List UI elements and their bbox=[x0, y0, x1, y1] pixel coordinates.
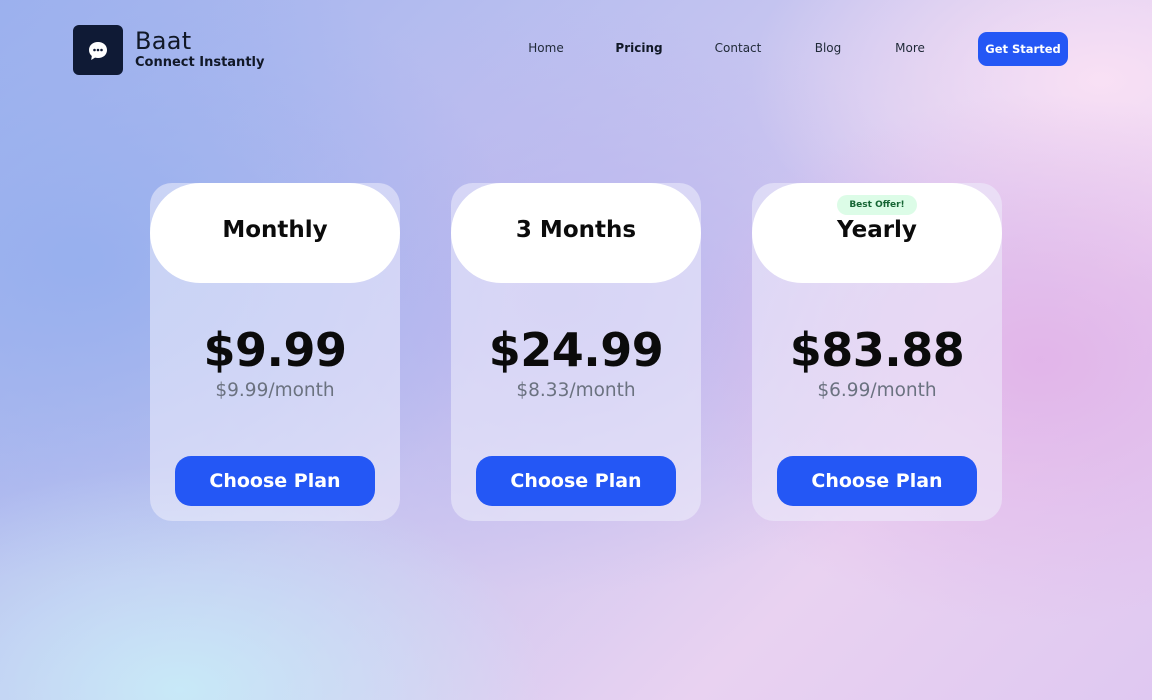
plan-name: 3 Months bbox=[515, 217, 637, 243]
nav-contact[interactable]: Contact bbox=[715, 41, 762, 59]
choose-plan-button[interactable]: Choose Plan bbox=[476, 456, 676, 506]
brand-tagline: Connect Instantly bbox=[135, 55, 265, 70]
chat-bubble-icon bbox=[89, 42, 107, 60]
plan-card-yearly: Best Offer! Yearly $83.88 $6.99/month Ch… bbox=[752, 183, 1002, 521]
plan-card-monthly: Monthly $9.99 $9.99/month Choose Plan bbox=[150, 183, 400, 521]
plan-per-month: $6.99/month bbox=[817, 380, 937, 401]
brand-name: Baat bbox=[135, 27, 192, 55]
plan-card-header: Monthly bbox=[150, 183, 400, 283]
plan-price: $24.99 bbox=[488, 323, 664, 377]
logo[interactable] bbox=[73, 25, 123, 75]
plan-name: Monthly bbox=[222, 217, 328, 243]
nav-home[interactable]: Home bbox=[528, 41, 563, 59]
choose-plan-button[interactable]: Choose Plan bbox=[777, 456, 977, 506]
choose-plan-button[interactable]: Choose Plan bbox=[175, 456, 375, 506]
plan-card-header: Best Offer! Yearly bbox=[752, 183, 1002, 283]
best-offer-badge: Best Offer! bbox=[837, 195, 917, 215]
plan-name: Yearly bbox=[837, 217, 917, 243]
nav-more[interactable]: More bbox=[895, 41, 925, 59]
plan-price: $9.99 bbox=[203, 323, 347, 377]
plan-price: $83.88 bbox=[789, 323, 965, 377]
plan-per-month: $8.33/month bbox=[516, 380, 636, 401]
nav-blog[interactable]: Blog bbox=[815, 41, 842, 59]
plan-per-month: $9.99/month bbox=[215, 380, 335, 401]
plan-card-header: 3 Months bbox=[451, 183, 701, 283]
nav-pricing[interactable]: Pricing bbox=[615, 41, 662, 59]
get-started-button[interactable]: Get Started bbox=[978, 32, 1068, 66]
plan-card-3-months: 3 Months $24.99 $8.33/month Choose Plan bbox=[451, 183, 701, 521]
